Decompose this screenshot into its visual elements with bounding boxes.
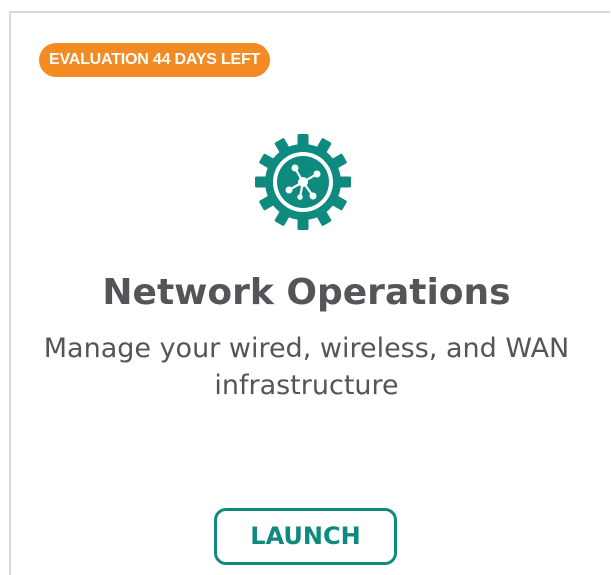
card-title: Network Operations: [102, 272, 511, 313]
network-operations-card: EVALUATION 44 DAYS LEFT Network Operatio…: [9, 11, 610, 575]
launch-button[interactable]: LAUNCH: [214, 508, 397, 565]
evaluation-badge: EVALUATION 44 DAYS LEFT: [39, 43, 271, 77]
card-description: Manage your wired, wireless, and WAN inf…: [43, 333, 570, 401]
network-gear-icon: [255, 134, 351, 230]
